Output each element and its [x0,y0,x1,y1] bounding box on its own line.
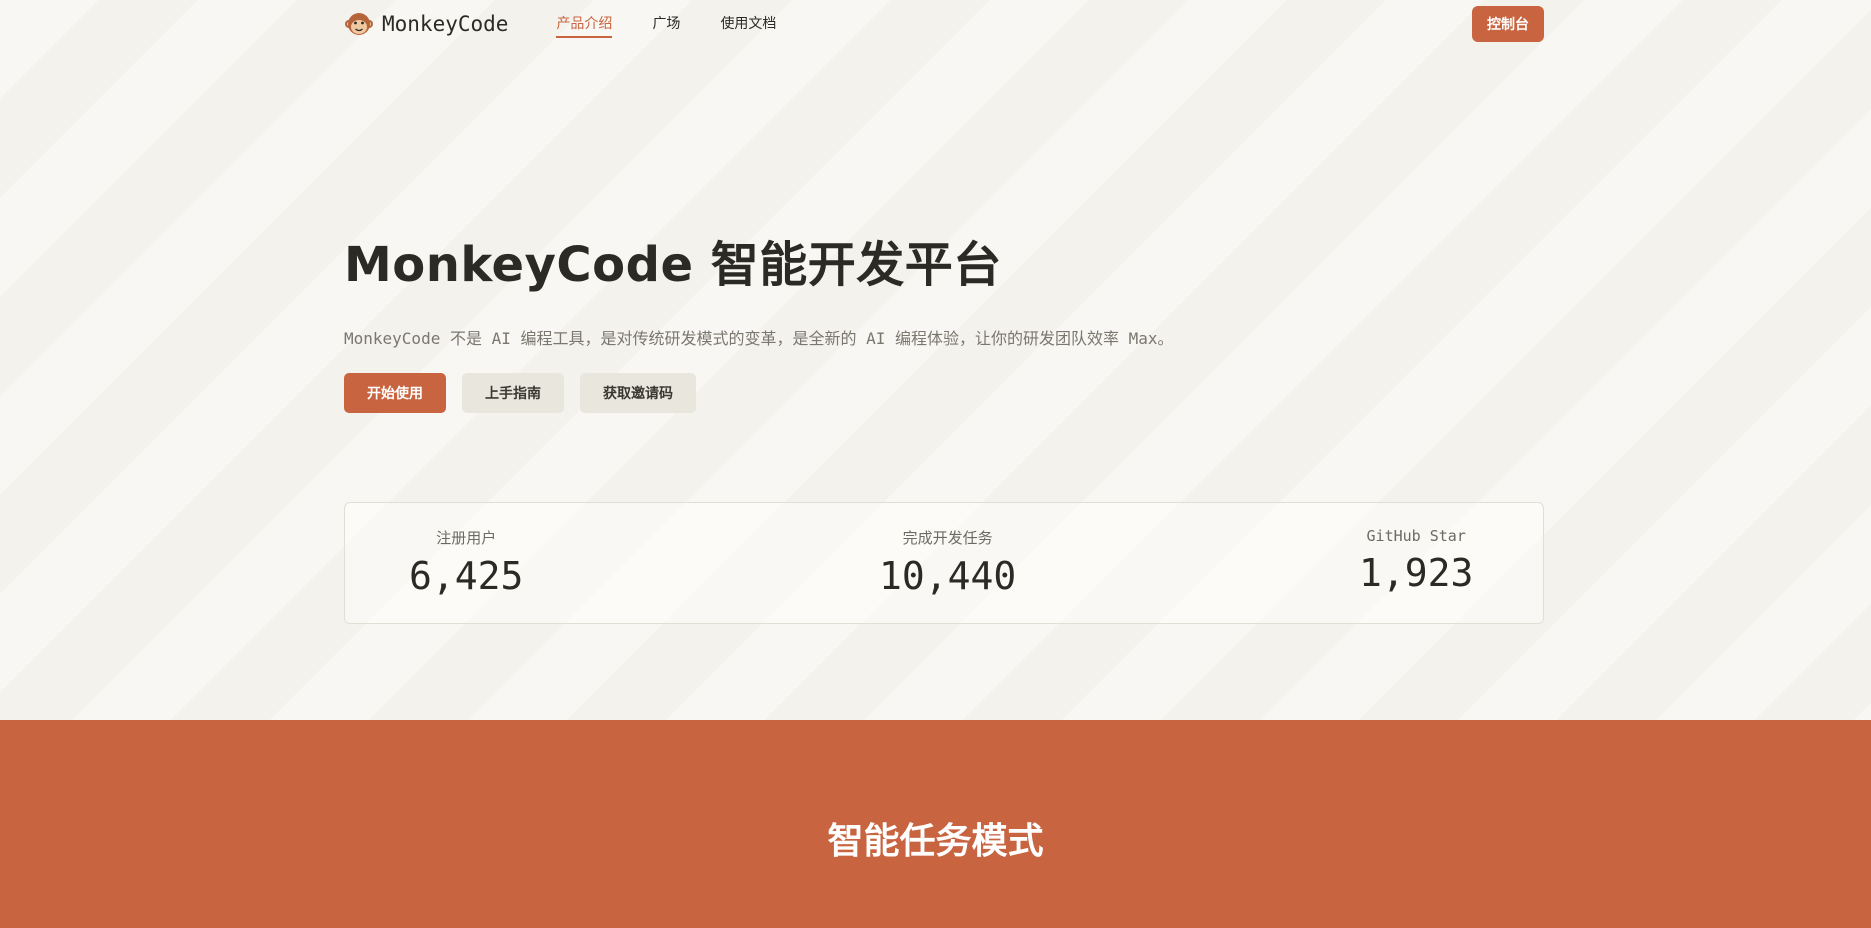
stat-value: 6,425 [409,554,524,598]
stats-panel: 注册用户 6,425 完成开发任务 10,440 GitHub Star 1,9… [344,502,1544,624]
stat-registered-users: 注册用户 6,425 [409,527,523,598]
nav-link-product[interactable]: 产品介绍 [556,10,613,38]
start-button[interactable]: 开始使用 [344,373,446,413]
feature-section: 智能任务模式 [0,720,1871,928]
hero-section: MonkeyCode 智能开发平台 MonkeyCode 不是 AI 编程工具，… [344,225,1544,413]
hero-subtitle: MonkeyCode 不是 AI 编程工具，是对传统研发模式的变革，是全新的 A… [344,329,1174,348]
logo[interactable]: MonkeyCode [344,9,508,39]
feature-title: 智能任务模式 [827,821,1044,862]
nav-link-plaza[interactable]: 广场 [652,10,680,38]
nav-links: 产品介绍 广场 使用文档 [556,10,816,38]
stat-label: GitHub Star [1366,527,1466,545]
console-button[interactable]: 控制台 [1472,6,1544,42]
stat-completed-tasks: 完成开发任务 10,440 [879,527,1016,598]
stat-value: 1,923 [1359,551,1474,595]
stat-github-star: GitHub Star 1,923 [1359,527,1473,595]
hero-buttons: 开始使用 上手指南 获取邀请码 [344,373,1544,413]
stat-value: 10,440 [879,554,1017,598]
top-nav: MonkeyCode 产品介绍 广场 使用文档 控制台 [344,0,1544,48]
nav-link-docs[interactable]: 使用文档 [720,10,776,38]
invite-code-button[interactable]: 获取邀请码 [580,373,696,413]
hero-title: MonkeyCode 智能开发平台 [344,237,1002,293]
guide-button[interactable]: 上手指南 [462,373,564,413]
stat-label: 注册用户 [436,529,497,547]
stat-label: 完成开发任务 [902,529,993,547]
logo-text: MonkeyCode [382,12,509,36]
monkey-icon [345,13,373,35]
